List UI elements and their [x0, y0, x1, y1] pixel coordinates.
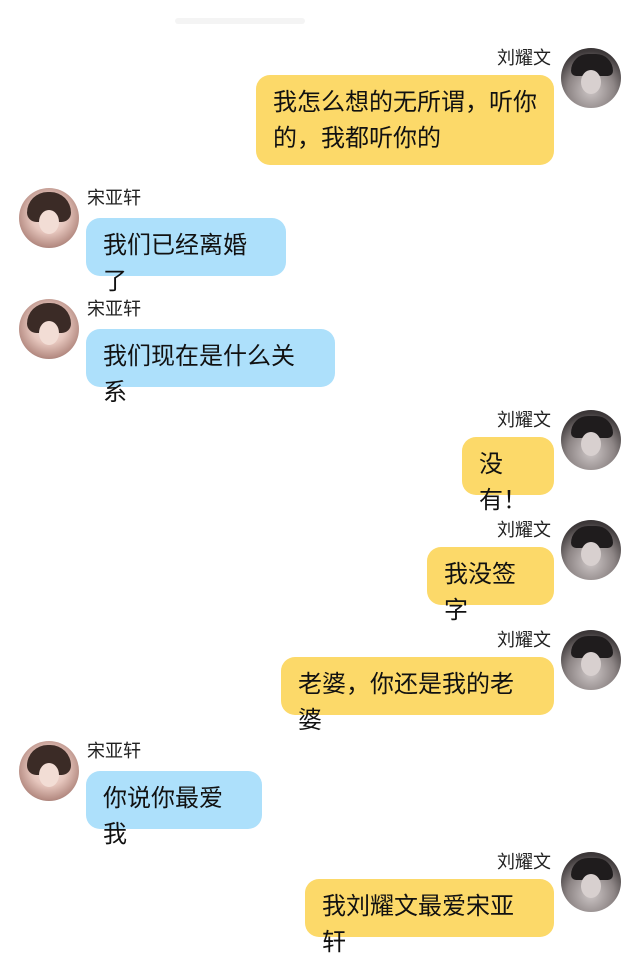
message-bubble[interactable]: 我怎么想的无所谓，听你的，我都听你的 — [256, 75, 554, 165]
message-bubble[interactable]: 我们现在是什么关系 — [86, 329, 335, 406]
sender-name: 刘耀文 — [497, 520, 551, 541]
message-row: 宋亚轩 你说你最爱我 — [0, 741, 640, 848]
message-bubble[interactable]: 我没签字 — [427, 547, 554, 624]
avatar[interactable] — [561, 410, 621, 470]
avatar[interactable] — [19, 741, 79, 801]
sender-name: 刘耀文 — [497, 410, 551, 431]
message-row: 刘耀文 我怎么想的无所谓，听你的，我都听你的 — [0, 48, 640, 168]
message-bubble[interactable]: 没有！ — [462, 437, 554, 514]
avatar[interactable] — [561, 852, 621, 912]
message-row: 刘耀文 我刘耀文最爱宋亚轩 — [0, 852, 640, 956]
avatar[interactable] — [561, 48, 621, 108]
face-icon — [581, 70, 601, 94]
sender-name: 宋亚轩 — [87, 188, 141, 209]
sender-name: 宋亚轩 — [87, 299, 141, 320]
face-icon — [581, 542, 601, 566]
message-row: 刘耀文 老婆，你还是我的老婆 — [0, 630, 640, 734]
avatar[interactable] — [561, 520, 621, 580]
message-row: 宋亚轩 我们现在是什么关系 — [0, 299, 640, 406]
sender-name: 刘耀文 — [497, 852, 551, 873]
message-row: 刘耀文 没有！ — [0, 410, 640, 514]
message-bubble[interactable]: 我们已经离婚了 — [86, 218, 286, 295]
avatar[interactable] — [19, 299, 79, 359]
message-row: 宋亚轩 我们已经离婚了 — [0, 188, 640, 295]
face-icon — [39, 210, 59, 234]
message-bubble[interactable]: 老婆，你还是我的老婆 — [281, 657, 554, 734]
face-icon — [39, 321, 59, 345]
face-icon — [581, 874, 601, 898]
message-bubble[interactable]: 我刘耀文最爱宋亚轩 — [305, 879, 554, 956]
sender-name: 刘耀文 — [497, 630, 551, 651]
top-strip — [175, 18, 305, 24]
sender-name: 宋亚轩 — [87, 741, 141, 762]
avatar[interactable] — [561, 630, 621, 690]
sender-name: 刘耀文 — [497, 48, 551, 69]
message-row: 刘耀文 我没签字 — [0, 520, 640, 624]
face-icon — [581, 652, 601, 676]
avatar[interactable] — [19, 188, 79, 248]
message-bubble[interactable]: 你说你最爱我 — [86, 771, 262, 848]
face-icon — [581, 432, 601, 456]
face-icon — [39, 763, 59, 787]
